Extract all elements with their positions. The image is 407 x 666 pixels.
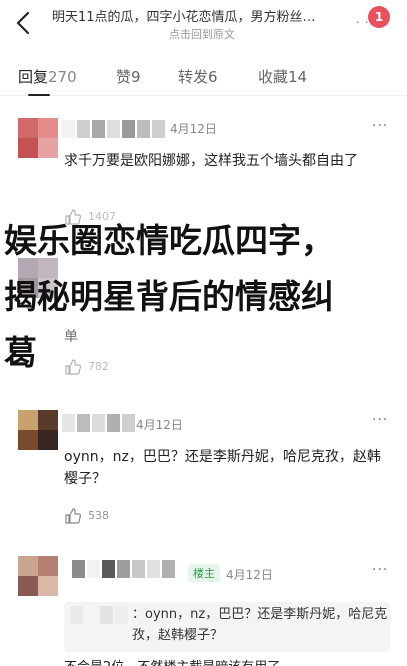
comment-date: 4月12日 bbox=[226, 568, 273, 582]
quoted-comment[interactable]: ：oynn，nz，巴巴？还是李斯丹妮，哈尼克孜，赵韩樱子？ bbox=[64, 602, 390, 652]
more-icon[interactable]: ··· bbox=[372, 118, 388, 134]
tab-favorites[interactable]: 收藏14 bbox=[258, 66, 307, 87]
active-tab-indicator bbox=[28, 94, 50, 96]
op-badge: 楼主 bbox=[188, 564, 220, 582]
chevron-left-icon bbox=[16, 11, 30, 35]
tab-likes[interactable]: 赞9 bbox=[116, 66, 141, 87]
comment-text: 不会是2位，不然楼主截是暗该有用了 bbox=[64, 656, 384, 666]
comment-text: 求千万要是欧阳娜娜，这样我五个墙头都自由了 bbox=[64, 153, 358, 169]
avatar[interactable] bbox=[18, 556, 58, 596]
comment-date: 4月12日 bbox=[136, 418, 183, 432]
comment-date: 4月12日 bbox=[170, 122, 217, 136]
tab-reposts[interactable]: 转发6 bbox=[178, 66, 218, 87]
username-redacted bbox=[70, 606, 128, 624]
more-icon[interactable]: ··· bbox=[372, 562, 388, 578]
overlay-line-3: 葛 bbox=[4, 333, 37, 372]
post-title[interactable]: 明天11点的瓜，四字小花恋情瓜，男方粉丝… bbox=[52, 6, 352, 25]
avatar[interactable] bbox=[18, 118, 58, 158]
comment-tabs: 回复270 赞9 转发6 收藏14 bbox=[0, 54, 407, 96]
username-redacted[interactable] bbox=[62, 120, 165, 138]
back-to-post-link[interactable]: 点击回到原文 bbox=[52, 26, 352, 42]
username-redacted[interactable] bbox=[62, 414, 135, 432]
more-icon[interactable]: ··· bbox=[372, 412, 388, 428]
top-bar: 明天11点的瓜，四字小花恋情瓜，男方粉丝… 点击回到原文 · · · 1 bbox=[0, 0, 407, 46]
tab-replies[interactable]: 回复270 bbox=[18, 66, 77, 87]
avatar[interactable] bbox=[18, 410, 58, 450]
notification-badge[interactable]: 1 bbox=[368, 6, 390, 28]
overlay-line-2: 揭秘明星背后的情感纠 bbox=[4, 277, 334, 316]
thumbs-up-icon bbox=[65, 508, 82, 524]
quoted-text: ：oynn，nz，巴巴？还是李斯丹妮，哈尼克孜，赵韩樱子？ bbox=[132, 607, 388, 643]
comment-text: oynn，nz，巴巴？还是李斯丹妮，哈尼克孜，赵韩樱子？ bbox=[64, 449, 381, 487]
article-title-overlay: 娱乐圈恋情吃瓜四字， 揭秘明星背后的情感纠 葛 bbox=[0, 200, 407, 378]
back-button[interactable] bbox=[10, 8, 36, 38]
username-redacted[interactable] bbox=[72, 560, 180, 578]
overlay-line-1: 娱乐圈恋情吃瓜四字， bbox=[4, 221, 334, 260]
like-count: 538 bbox=[88, 509, 109, 522]
